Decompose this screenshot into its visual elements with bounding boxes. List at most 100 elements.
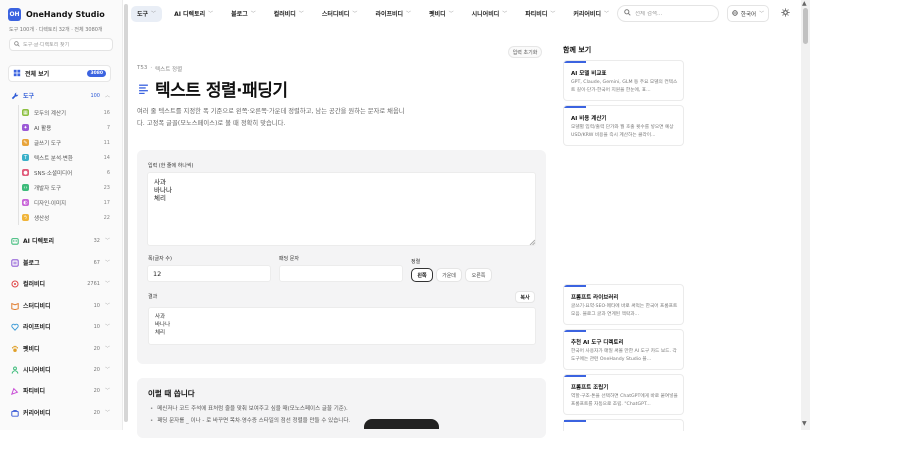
sidebar-subitem[interactable]: ● SNS·소셜미디어 6 — [19, 165, 113, 180]
sidebar-category-study[interactable]: 스터디비디 10 ﹀ — [10, 301, 110, 310]
reset-input-button[interactable]: 입력 초기화 — [508, 46, 542, 58]
input-label: 입력 (한 줄에 하나씩) — [148, 163, 194, 169]
global-search-input[interactable] — [635, 10, 715, 17]
related-card[interactable]: 프롬프트 조립기 역할·구조·톤을 선택하면 ChatGPT에게 바로 붙여넣을… — [563, 374, 684, 415]
card-accent — [564, 420, 586, 422]
category-count: 10 — [93, 323, 100, 330]
card-accent — [564, 106, 586, 108]
sidebar-search[interactable] — [9, 38, 113, 51]
theme-toggle-button[interactable] — [779, 7, 792, 20]
chevron-down-icon[interactable]: ﹀ — [105, 259, 110, 266]
sidebar-category-senior[interactable]: 시니어비디 20 ﹀ — [10, 365, 110, 374]
chevron-down-icon[interactable]: ﹀ — [105, 409, 110, 416]
sidebar-search-input[interactable] — [23, 41, 108, 48]
breadcrumb-item[interactable]: T53 — [137, 65, 147, 73]
sidebar-category-ai-directory[interactable]: AI 디렉토리 32 ﹀ — [10, 236, 110, 245]
chevron-down-icon[interactable]: ﹀ — [105, 345, 110, 352]
sidebar-category-pet[interactable]: 펫비디 20 ﹀ — [10, 344, 110, 353]
all-view-button[interactable]: 전체 보기 3080 — [8, 65, 111, 82]
brand-logo[interactable]: OH — [8, 8, 21, 21]
sidebar-scroll-thumb[interactable] — [124, 4, 128, 422]
tool-card: 입력 (한 줄에 하나씩) 사과 바나나 체리 폭(글자 수) 12 패딩 문자… — [137, 150, 546, 364]
sidebar-category-life[interactable]: 라이프비디 10 ﹀ — [10, 322, 110, 331]
scroll-down-icon[interactable]: ▼ — [802, 420, 807, 427]
sidebar-category-career[interactable]: 커리어비디 20 ﹀ — [10, 408, 110, 417]
chevron-up-icon[interactable]: ︿ — [105, 92, 110, 99]
breadcrumb-item[interactable]: 텍스트 정렬 — [155, 65, 182, 73]
resize-handle-icon[interactable] — [529, 239, 536, 247]
page-scroll-thumb[interactable] — [803, 8, 808, 44]
calculator-icon: ▦ — [22, 109, 29, 116]
sidebar-category-blog[interactable]: 블로그 67 ﹀ — [10, 258, 110, 267]
subitem-count: 11 — [103, 139, 110, 146]
nav-item-career[interactable]: 커리어비디 ﹀ — [567, 6, 615, 22]
wrench-icon — [10, 91, 19, 100]
nav-label: 커리어비디 — [573, 11, 601, 18]
chevron-down-icon: ﹀ — [603, 11, 609, 17]
nav-label: AI 디렉토리 — [174, 11, 206, 18]
nav-item-senior[interactable]: 시니어비디 ﹀ — [466, 6, 514, 22]
chevron-down-icon[interactable]: ﹀ — [105, 302, 110, 309]
nav-item-blog[interactable]: 블로그 ﹀ — [225, 6, 262, 22]
language-selector[interactable]: 한국어 ﹀ — [727, 5, 769, 22]
align-center-button[interactable]: 가운데 — [436, 268, 462, 282]
nav-label: 파티비디 — [525, 11, 548, 18]
sidebar-subitem[interactable]: ✎ 글쓰기 도구 11 — [19, 135, 113, 150]
copy-button[interactable]: 복사 — [515, 291, 535, 303]
text-input[interactable]: 사과 바나나 체리 — [147, 172, 536, 246]
brand-name[interactable]: OneHandy Studio — [26, 10, 105, 19]
pad-char-input[interactable] — [279, 265, 403, 282]
related-card-partial[interactable] — [563, 419, 684, 431]
nav-item-party[interactable]: 파티비디 ﹀ — [519, 6, 561, 22]
sidebar-subitem[interactable]: T 텍스트 분석·변환 14 — [19, 150, 113, 165]
chevron-down-icon: ﹀ — [208, 11, 214, 17]
align-right-button[interactable]: 오른쪽 — [465, 268, 492, 282]
related-card[interactable]: 프롬프트 라이브러리 글쓰기·요약·SEO·메타에 바로 써먹는 한국어 프롬프… — [563, 284, 684, 325]
sidebar-subitem[interactable]: ‹› 개발자 도구 23 — [19, 180, 113, 195]
nav-item-pet[interactable]: 펫비디 ﹀ — [423, 6, 460, 22]
related-card[interactable]: 추천 AI 도구 디렉토리 한국어 사용자가 매일 써볼 만한 AI 도구 카드… — [563, 329, 684, 370]
page-scrollbar[interactable]: ▲ ▼ — [801, 0, 810, 430]
chevron-down-icon[interactable]: ﹀ — [105, 366, 110, 373]
pet-icon — [10, 344, 19, 353]
sidebar-subitem[interactable]: ◐ 디자인·이미지 17 — [19, 195, 113, 210]
related-card[interactable]: AI 비용 계산기 모델별 입력/출력 단가와 월 호출 횟수를 넣으면 예상 … — [563, 105, 684, 146]
nav-item-color[interactable]: 컬러비디 ﹀ — [268, 6, 310, 22]
category-label: 파티비디 — [23, 388, 46, 395]
sidebar-category-tools[interactable]: 도구 100 ︿ — [10, 91, 110, 100]
sun-icon — [781, 8, 790, 19]
sidebar-subitem[interactable]: ▦ 모두의 계산기 16 — [19, 105, 113, 120]
chevron-down-icon: ﹀ — [298, 11, 304, 17]
robot-icon — [10, 236, 19, 245]
related-card[interactable]: AI 모델 비교표 GPT, Claude, Gemini, GLM 등 주요 … — [563, 60, 684, 101]
align-label: 정렬 — [411, 259, 421, 265]
category-count: 10 — [93, 302, 100, 309]
use-cases-card: 이럴 때 씁니다 메신저나 코드 주석에 표처럼 줄을 맞춰 보여주고 싶을 때… — [137, 378, 546, 438]
chevron-down-icon[interactable]: ﹀ — [105, 280, 110, 287]
align-left-button[interactable]: 왼쪽 — [411, 268, 433, 282]
related-card-desc: 역할·구조·톤을 선택하면 ChatGPT에게 바로 붙여넣을 프롬프트를 자동… — [571, 394, 678, 407]
nav-item-study[interactable]: 스터디비디 ﹀ — [316, 6, 364, 22]
related-card-title: AI 비용 계산기 — [571, 116, 607, 122]
chevron-down-icon[interactable]: ﹀ — [105, 323, 110, 330]
nav-item-ai-directory[interactable]: AI 디렉토리 ﹀ — [168, 6, 219, 22]
chevron-down-icon[interactable]: ﹀ — [105, 237, 110, 244]
sidebar-subitem[interactable]: ✦ AI 활용 7 — [19, 120, 113, 135]
all-view-label: 전체 보기 — [25, 71, 50, 78]
floating-toast[interactable] — [364, 419, 439, 429]
result-output[interactable]: 사과 바나나 체리 — [148, 307, 536, 345]
brand[interactable]: OH OneHandy Studio — [8, 8, 105, 21]
nav-item-life[interactable]: 라이프비디 ﹀ — [369, 6, 417, 22]
scroll-up-icon[interactable]: ▲ — [802, 0, 807, 7]
sidebar-scrollbar[interactable] — [124, 0, 128, 430]
sidebar-subitem[interactable]: ϟ 생산성 22 — [19, 210, 113, 225]
sidebar-category-party[interactable]: 파티비디 20 ﹀ — [10, 386, 110, 395]
sidebar-category-color[interactable]: 컬러비디 2761 ﹀ — [10, 279, 110, 288]
chevron-down-icon[interactable]: ﹀ — [105, 387, 110, 394]
result-line: 체리 — [155, 330, 166, 336]
width-input[interactable]: 12 — [147, 265, 271, 282]
nav-item-tools[interactable]: 도구 ﹀ — [131, 5, 163, 22]
life-icon — [10, 322, 19, 331]
global-search[interactable] — [617, 5, 719, 22]
use-case-item: 패딩 문자를 _ 이나 - 로 바꾸면 목차·영수증 스타일의 점선 정렬을 만… — [150, 415, 350, 427]
